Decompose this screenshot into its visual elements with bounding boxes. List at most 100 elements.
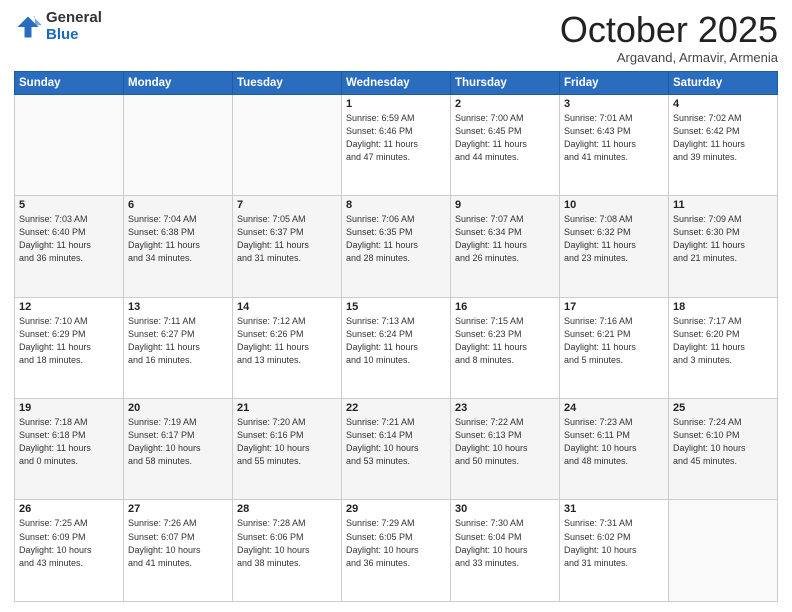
week-row-1: 5 Sunrise: 7:03 AM Sunset: 6:40 PM Daylig… bbox=[15, 196, 778, 297]
logo-text: General Blue bbox=[46, 10, 102, 43]
weekday-header-row: SundayMondayTuesdayWednesdayThursdayFrid… bbox=[15, 71, 778, 94]
calendar-cell: 15Sunrise: 7:13 AM Sunset: 6:24 PM Dayli… bbox=[342, 297, 451, 398]
weekday-tuesday: Tuesday bbox=[233, 71, 342, 94]
calendar-cell: 6 Sunrise: 7:04 AM Sunset: 6:38 PM Daylig… bbox=[124, 196, 233, 297]
calendar-cell: 5 Sunrise: 7:03 AM Sunset: 6:40 PM Daylig… bbox=[15, 196, 124, 297]
weekday-wednesday: Wednesday bbox=[342, 71, 451, 94]
day-info: Sunrise: 7:04 AM Sunset: 6:38 PM Dayligh… bbox=[128, 213, 228, 265]
day-number: 25 bbox=[673, 402, 773, 414]
calendar-cell bbox=[669, 500, 778, 602]
calendar-cell bbox=[233, 94, 342, 195]
day-number: 17 bbox=[564, 301, 664, 313]
location: Argavand, Armavir, Armenia bbox=[560, 50, 778, 65]
day-info: Sunrise: 7:03 AM Sunset: 6:40 PM Dayligh… bbox=[19, 213, 119, 265]
day-info: Sunrise: 7:06 AM Sunset: 6:35 PM Dayligh… bbox=[346, 213, 446, 265]
calendar-cell: 8 Sunrise: 7:06 AM Sunset: 6:35 PM Daylig… bbox=[342, 196, 451, 297]
month-title: October 2025 bbox=[560, 10, 778, 50]
calendar-cell: 24 Sunrise: 7:23 AM Sunset: 6:11 PM Dayli… bbox=[560, 399, 669, 500]
day-info: Sunrise: 7:00 AM Sunset: 6:45 PM Dayligh… bbox=[455, 112, 555, 164]
day-number: 8 bbox=[346, 199, 446, 211]
logo-icon bbox=[14, 13, 42, 41]
calendar-cell: 3 Sunrise: 7:01 AM Sunset: 6:43 PM Daylig… bbox=[560, 94, 669, 195]
calendar-cell: 19Sunrise: 7:18 AM Sunset: 6:18 PM Dayli… bbox=[15, 399, 124, 500]
calendar-cell bbox=[124, 94, 233, 195]
day-info: Sunrise: 7:19 AM Sunset: 6:17 PM Dayligh… bbox=[128, 416, 228, 468]
day-number: 31 bbox=[564, 503, 664, 515]
calendar-cell: 9Sunrise: 7:07 AM Sunset: 6:34 PM Daylig… bbox=[451, 196, 560, 297]
day-number: 24 bbox=[564, 402, 664, 414]
day-number: 29 bbox=[346, 503, 446, 515]
day-info: Sunrise: 7:09 AM Sunset: 6:30 PM Dayligh… bbox=[673, 213, 773, 265]
day-info: Sunrise: 7:22 AM Sunset: 6:13 PM Dayligh… bbox=[455, 416, 555, 468]
calendar-cell: 31 Sunrise: 7:31 AM Sunset: 6:02 PM Dayli… bbox=[560, 500, 669, 602]
week-row-2: 12 Sunrise: 7:10 AM Sunset: 6:29 PM Dayli… bbox=[15, 297, 778, 398]
day-number: 7 bbox=[237, 199, 337, 211]
day-number: 9 bbox=[455, 199, 555, 211]
day-number: 5 bbox=[19, 199, 119, 211]
day-info: Sunrise: 7:18 AM Sunset: 6:18 PM Dayligh… bbox=[19, 416, 119, 468]
day-info: Sunrise: 7:23 AM Sunset: 6:11 PM Dayligh… bbox=[564, 416, 664, 468]
calendar-cell: 25 Sunrise: 7:24 AM Sunset: 6:10 PM Dayli… bbox=[669, 399, 778, 500]
day-number: 12 bbox=[19, 301, 119, 313]
logo: General Blue bbox=[14, 10, 102, 43]
calendar-cell: 7 Sunrise: 7:05 AM Sunset: 6:37 PM Daylig… bbox=[233, 196, 342, 297]
day-number: 4 bbox=[673, 98, 773, 110]
week-row-0: 1 Sunrise: 6:59 AM Sunset: 6:46 PM Daylig… bbox=[15, 94, 778, 195]
day-info: Sunrise: 7:02 AM Sunset: 6:42 PM Dayligh… bbox=[673, 112, 773, 164]
title-block: October 2025 Argavand, Armavir, Armenia bbox=[560, 10, 778, 65]
day-info: Sunrise: 7:30 AM Sunset: 6:04 PM Dayligh… bbox=[455, 517, 555, 569]
calendar-cell: 14 Sunrise: 7:12 AM Sunset: 6:26 PM Dayli… bbox=[233, 297, 342, 398]
logo-general: General bbox=[46, 10, 102, 27]
day-number: 18 bbox=[673, 301, 773, 313]
day-number: 22 bbox=[346, 402, 446, 414]
day-number: 14 bbox=[237, 301, 337, 313]
day-info: Sunrise: 7:08 AM Sunset: 6:32 PM Dayligh… bbox=[564, 213, 664, 265]
day-info: Sunrise: 7:31 AM Sunset: 6:02 PM Dayligh… bbox=[564, 517, 664, 569]
day-number: 3 bbox=[564, 98, 664, 110]
week-row-4: 26 Sunrise: 7:25 AM Sunset: 6:09 PM Dayli… bbox=[15, 500, 778, 602]
calendar-cell: 29Sunrise: 7:29 AM Sunset: 6:05 PM Dayli… bbox=[342, 500, 451, 602]
calendar-cell: 16Sunrise: 7:15 AM Sunset: 6:23 PM Dayli… bbox=[451, 297, 560, 398]
day-number: 27 bbox=[128, 503, 228, 515]
day-info: Sunrise: 7:21 AM Sunset: 6:14 PM Dayligh… bbox=[346, 416, 446, 468]
day-info: Sunrise: 7:10 AM Sunset: 6:29 PM Dayligh… bbox=[19, 315, 119, 367]
day-number: 26 bbox=[19, 503, 119, 515]
calendar-cell bbox=[15, 94, 124, 195]
day-info: Sunrise: 7:25 AM Sunset: 6:09 PM Dayligh… bbox=[19, 517, 119, 569]
calendar-cell: 30 Sunrise: 7:30 AM Sunset: 6:04 PM Dayli… bbox=[451, 500, 560, 602]
day-info: Sunrise: 6:59 AM Sunset: 6:46 PM Dayligh… bbox=[346, 112, 446, 164]
weekday-friday: Friday bbox=[560, 71, 669, 94]
calendar-cell: 10Sunrise: 7:08 AM Sunset: 6:32 PM Dayli… bbox=[560, 196, 669, 297]
page: General Blue October 2025 Argavand, Arma… bbox=[0, 0, 792, 612]
calendar-cell: 20Sunrise: 7:19 AM Sunset: 6:17 PM Dayli… bbox=[124, 399, 233, 500]
day-info: Sunrise: 7:17 AM Sunset: 6:20 PM Dayligh… bbox=[673, 315, 773, 367]
weekday-monday: Monday bbox=[124, 71, 233, 94]
day-number: 16 bbox=[455, 301, 555, 313]
logo-blue: Blue bbox=[46, 27, 102, 44]
day-info: Sunrise: 7:12 AM Sunset: 6:26 PM Dayligh… bbox=[237, 315, 337, 367]
calendar-cell: 22 Sunrise: 7:21 AM Sunset: 6:14 PM Dayli… bbox=[342, 399, 451, 500]
calendar-cell: 28Sunrise: 7:28 AM Sunset: 6:06 PM Dayli… bbox=[233, 500, 342, 602]
day-number: 1 bbox=[346, 98, 446, 110]
calendar-cell: 18 Sunrise: 7:17 AM Sunset: 6:20 PM Dayli… bbox=[669, 297, 778, 398]
day-number: 15 bbox=[346, 301, 446, 313]
day-info: Sunrise: 7:01 AM Sunset: 6:43 PM Dayligh… bbox=[564, 112, 664, 164]
week-row-3: 19Sunrise: 7:18 AM Sunset: 6:18 PM Dayli… bbox=[15, 399, 778, 500]
day-info: Sunrise: 7:16 AM Sunset: 6:21 PM Dayligh… bbox=[564, 315, 664, 367]
day-number: 2 bbox=[455, 98, 555, 110]
calendar-cell: 2 Sunrise: 7:00 AM Sunset: 6:45 PM Daylig… bbox=[451, 94, 560, 195]
day-number: 6 bbox=[128, 199, 228, 211]
calendar-cell: 11Sunrise: 7:09 AM Sunset: 6:30 PM Dayli… bbox=[669, 196, 778, 297]
day-info: Sunrise: 7:11 AM Sunset: 6:27 PM Dayligh… bbox=[128, 315, 228, 367]
calendar-cell: 21Sunrise: 7:20 AM Sunset: 6:16 PM Dayli… bbox=[233, 399, 342, 500]
calendar-cell: 12 Sunrise: 7:10 AM Sunset: 6:29 PM Dayli… bbox=[15, 297, 124, 398]
calendar-cell: 17 Sunrise: 7:16 AM Sunset: 6:21 PM Dayli… bbox=[560, 297, 669, 398]
day-number: 30 bbox=[455, 503, 555, 515]
calendar-table: SundayMondayTuesdayWednesdayThursdayFrid… bbox=[14, 71, 778, 602]
day-info: Sunrise: 7:26 AM Sunset: 6:07 PM Dayligh… bbox=[128, 517, 228, 569]
calendar-cell: 13Sunrise: 7:11 AM Sunset: 6:27 PM Dayli… bbox=[124, 297, 233, 398]
weekday-saturday: Saturday bbox=[669, 71, 778, 94]
day-info: Sunrise: 7:24 AM Sunset: 6:10 PM Dayligh… bbox=[673, 416, 773, 468]
day-info: Sunrise: 7:05 AM Sunset: 6:37 PM Dayligh… bbox=[237, 213, 337, 265]
day-number: 21 bbox=[237, 402, 337, 414]
